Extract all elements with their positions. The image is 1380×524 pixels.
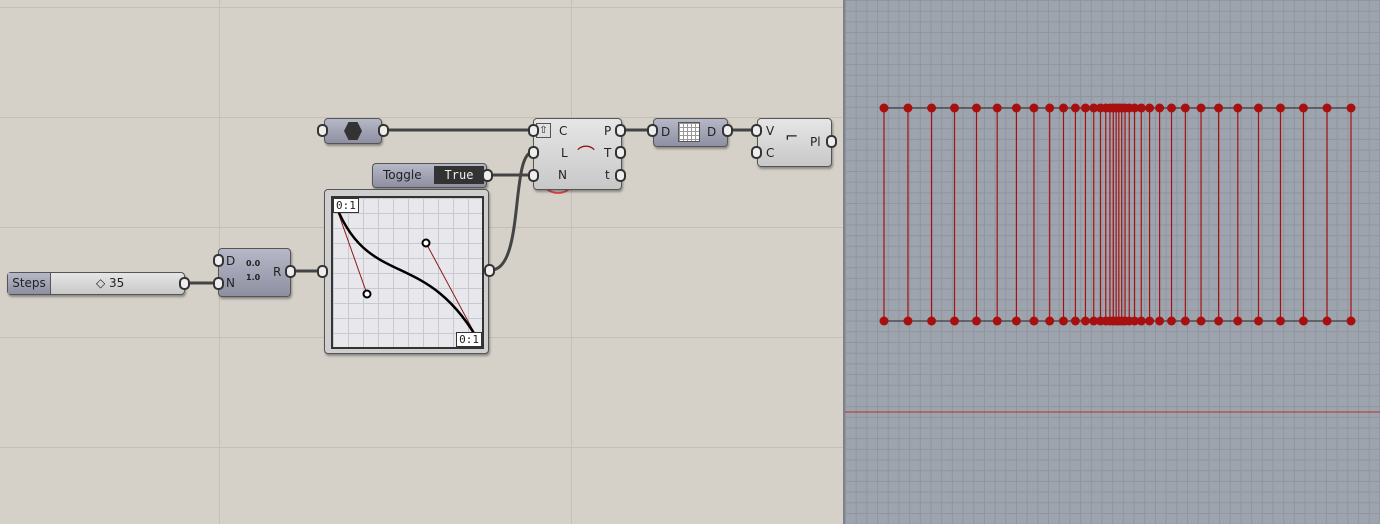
division-point <box>1275 103 1285 113</box>
division-point <box>927 103 937 113</box>
division-point <box>879 316 889 326</box>
wire-grip[interactable] <box>615 124 626 137</box>
wire-grip[interactable] <box>378 124 389 137</box>
division-point <box>1298 316 1308 326</box>
division-point <box>1167 103 1177 113</box>
wire-grip[interactable] <box>179 277 190 290</box>
division-point <box>1045 103 1055 113</box>
division-point <box>1346 316 1356 326</box>
division-point <box>903 103 913 113</box>
division-point <box>1214 316 1224 326</box>
division-point <box>1070 316 1080 326</box>
division-point <box>879 103 889 113</box>
wire-grip[interactable] <box>528 124 539 137</box>
division-point <box>1233 103 1243 113</box>
wire-grip[interactable] <box>213 254 224 267</box>
division-point <box>927 316 937 326</box>
wire-grip[interactable] <box>751 124 762 137</box>
wire-grip[interactable] <box>482 169 493 182</box>
division-point <box>950 103 960 113</box>
division-point <box>1298 103 1308 113</box>
division-point <box>1145 103 1155 113</box>
viewport-geometry <box>845 103 1380 413</box>
division-point <box>1058 103 1068 113</box>
division-point <box>1322 316 1332 326</box>
division-point <box>950 316 960 326</box>
division-point <box>1254 103 1264 113</box>
wire-grip[interactable] <box>317 265 328 278</box>
division-point <box>1196 316 1206 326</box>
division-point <box>1029 316 1039 326</box>
division-point <box>1167 316 1177 326</box>
division-point <box>1233 316 1243 326</box>
division-point <box>1080 316 1090 326</box>
wire-grip[interactable] <box>528 146 539 159</box>
division-point <box>1070 103 1080 113</box>
division-point <box>1196 103 1206 113</box>
wire-grip[interactable] <box>528 169 539 182</box>
wire-grip[interactable] <box>615 169 626 182</box>
division-point <box>992 316 1002 326</box>
division-point <box>1275 316 1285 326</box>
wire-grip[interactable] <box>826 135 837 148</box>
division-point <box>971 316 981 326</box>
wire-grip[interactable] <box>317 124 328 137</box>
division-point <box>1080 103 1090 113</box>
wire-grip[interactable] <box>647 124 658 137</box>
division-point <box>1155 103 1165 113</box>
division-point <box>1254 316 1264 326</box>
wire-grip[interactable] <box>484 264 495 277</box>
division-point <box>1011 316 1021 326</box>
division-point <box>1155 316 1165 326</box>
division-point <box>971 103 981 113</box>
division-point <box>1214 103 1224 113</box>
wire-grip[interactable] <box>722 124 733 137</box>
division-point <box>1136 316 1146 326</box>
wire-grip[interactable] <box>285 265 296 278</box>
wire-grip[interactable] <box>751 146 762 159</box>
division-point <box>1180 316 1190 326</box>
wire-grip[interactable] <box>615 146 626 159</box>
division-point <box>1145 316 1155 326</box>
division-point <box>992 103 1002 113</box>
division-point <box>1346 103 1356 113</box>
division-point <box>1045 316 1055 326</box>
division-point <box>1029 103 1039 113</box>
division-point <box>1136 103 1146 113</box>
division-point <box>1322 103 1332 113</box>
division-point <box>903 316 913 326</box>
wire-grip[interactable] <box>213 277 224 290</box>
division-point <box>1011 103 1021 113</box>
division-point <box>1058 316 1068 326</box>
division-point <box>1180 103 1190 113</box>
